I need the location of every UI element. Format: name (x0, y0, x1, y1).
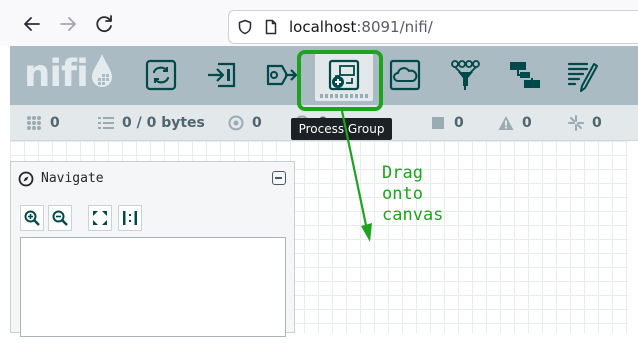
drop-logo-icon (91, 54, 112, 87)
output-port-tool[interactable] (265, 58, 299, 92)
zoom-out-icon (52, 210, 68, 226)
address-bar[interactable]: localhost:8091/nifi/ (228, 10, 638, 44)
back-arrow-icon[interactable] (20, 12, 44, 36)
stopped-value: 0 (454, 115, 464, 131)
transmitting-icon (228, 115, 244, 131)
remote-process-group-tool[interactable] (388, 58, 422, 92)
reload-icon[interactable] (92, 12, 116, 36)
actual-size-button[interactable] (118, 205, 142, 231)
fit-button[interactable] (88, 205, 112, 231)
threads-icon (27, 116, 41, 130)
instruction-line-3: canvas (382, 205, 444, 225)
navigate-panel: Navigate (10, 161, 295, 337)
queued-stat: 0 / 0 bytes (98, 113, 205, 133)
url-text: localhost:8091/nifi/ (289, 18, 433, 36)
template-icon (510, 62, 540, 88)
active-threads-value: 0 (50, 115, 60, 131)
instruction-line-1: Drag (382, 163, 423, 183)
highlight-annotation (297, 50, 383, 111)
label-tool[interactable] (566, 58, 600, 92)
transmitting-value: 0 (252, 115, 262, 131)
url-host: localhost (289, 18, 357, 36)
instruction-line-2: onto (382, 184, 423, 204)
funnel-icon (451, 60, 480, 90)
actual-size-icon (123, 211, 137, 225)
stop-icon (432, 117, 444, 129)
warning-icon (498, 116, 514, 130)
label-icon (567, 62, 598, 92)
browser-toolbar: localhost:8091/nifi/ (0, 0, 638, 46)
queued-value: 0 / 0 bytes (122, 115, 205, 131)
birdseye-view[interactable] (20, 237, 286, 337)
list-icon (98, 117, 114, 129)
navigate-title: Navigate (41, 171, 104, 186)
remote-process-group-icon (389, 59, 421, 91)
invalid-value: 0 (522, 115, 532, 131)
zoom-in-icon (24, 210, 40, 226)
disabled-value: 0 (592, 115, 602, 131)
stopped-stat: 0 (430, 113, 464, 133)
expand-icon (93, 211, 107, 225)
processor-tool[interactable] (144, 58, 178, 92)
zoom-out-button[interactable] (48, 205, 72, 231)
process-group-tooltip: Process Group (291, 118, 392, 140)
disabled-stat: 0 (568, 113, 602, 133)
input-port-tool[interactable] (205, 58, 239, 92)
processor-icon (145, 59, 177, 91)
output-port-icon (266, 64, 298, 86)
active-threads-stat: 0 (26, 113, 60, 133)
shield-icon[interactable] (237, 19, 253, 35)
invalid-stat: 0 (498, 113, 532, 133)
collapse-icon[interactable] (272, 171, 286, 185)
funnel-tool[interactable] (448, 58, 482, 92)
template-tool[interactable] (508, 58, 542, 92)
logo-text: nifi (24, 52, 89, 95)
zoom-in-button[interactable] (20, 205, 44, 231)
transmitting-stat: 0 (228, 113, 262, 133)
disabled-icon (568, 115, 584, 131)
input-port-icon (208, 62, 236, 88)
forward-arrow-icon[interactable] (56, 12, 80, 36)
compass-icon (18, 171, 34, 187)
nifi-logo: nifi (24, 52, 115, 96)
drag-instruction: Drag onto canvas (382, 163, 443, 226)
url-path: :8091/nifi/ (356, 18, 433, 36)
page-icon[interactable] (263, 19, 279, 35)
